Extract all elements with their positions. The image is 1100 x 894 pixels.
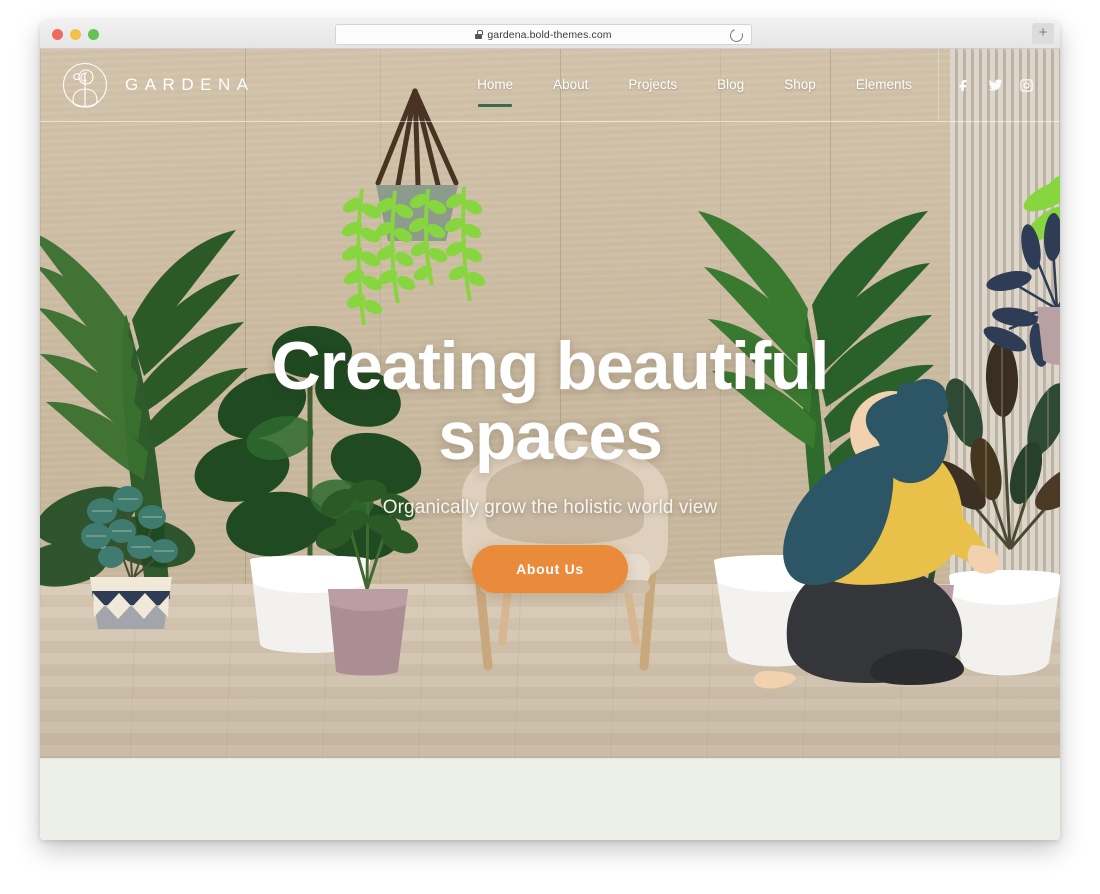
new-tab-button[interactable]: + — [1032, 23, 1054, 44]
close-window-button[interactable] — [52, 29, 63, 40]
lock-icon — [475, 30, 483, 39]
instagram-icon[interactable] — [1019, 78, 1034, 93]
below-hero-section — [40, 758, 1060, 840]
address-bar[interactable]: gardena.bold-themes.com — [335, 24, 752, 45]
brand-name: GARDENA — [125, 75, 255, 94]
about-us-button[interactable]: About Us — [472, 545, 628, 593]
hero-section: GARDENA Home About Projects Blog Shop El… — [40, 49, 1060, 759]
rose-circle-logo-icon — [62, 62, 108, 108]
url-text: gardena.bold-themes.com — [487, 28, 612, 41]
minimize-window-button[interactable] — [70, 29, 81, 40]
main-navigation: Home About Projects Blog Shop Elements — [457, 49, 1038, 121]
header-divider — [40, 121, 1060, 122]
nav-item-about[interactable]: About — [533, 49, 608, 121]
reload-icon[interactable] — [727, 26, 746, 45]
nav-item-elements[interactable]: Elements — [836, 49, 932, 121]
browser-window: gardena.bold-themes.com + GARDENA Home A… — [40, 20, 1060, 840]
hero-title-line-2: spaces — [438, 398, 663, 474]
page-viewport: GARDENA Home About Projects Blog Shop El… — [40, 49, 1060, 840]
hero-title-line-1: Creating beautiful — [271, 328, 830, 404]
hero-content: Creating beautiful spaces Organically gr… — [40, 331, 1060, 593]
brand-logo[interactable]: GARDENA — [62, 62, 255, 108]
zoom-window-button[interactable] — [88, 29, 99, 40]
hero-subtitle: Organically grow the holistic world view — [382, 497, 718, 518]
nav-item-projects[interactable]: Projects — [608, 49, 697, 121]
traffic-lights — [52, 29, 99, 40]
hanging-planter-illustration — [340, 88, 490, 339]
browser-chrome-bar: gardena.bold-themes.com + — [40, 20, 1060, 49]
twitter-icon[interactable] — [988, 78, 1003, 93]
page-title: Creating beautiful spaces — [40, 331, 1060, 471]
nav-item-blog[interactable]: Blog — [697, 49, 764, 121]
social-links — [945, 78, 1038, 93]
nav-divider — [938, 49, 939, 121]
nav-item-home[interactable]: Home — [457, 49, 533, 121]
nav-item-shop[interactable]: Shop — [764, 49, 836, 121]
facebook-icon[interactable] — [957, 78, 972, 93]
site-header: GARDENA Home About Projects Blog Shop El… — [40, 49, 1060, 121]
